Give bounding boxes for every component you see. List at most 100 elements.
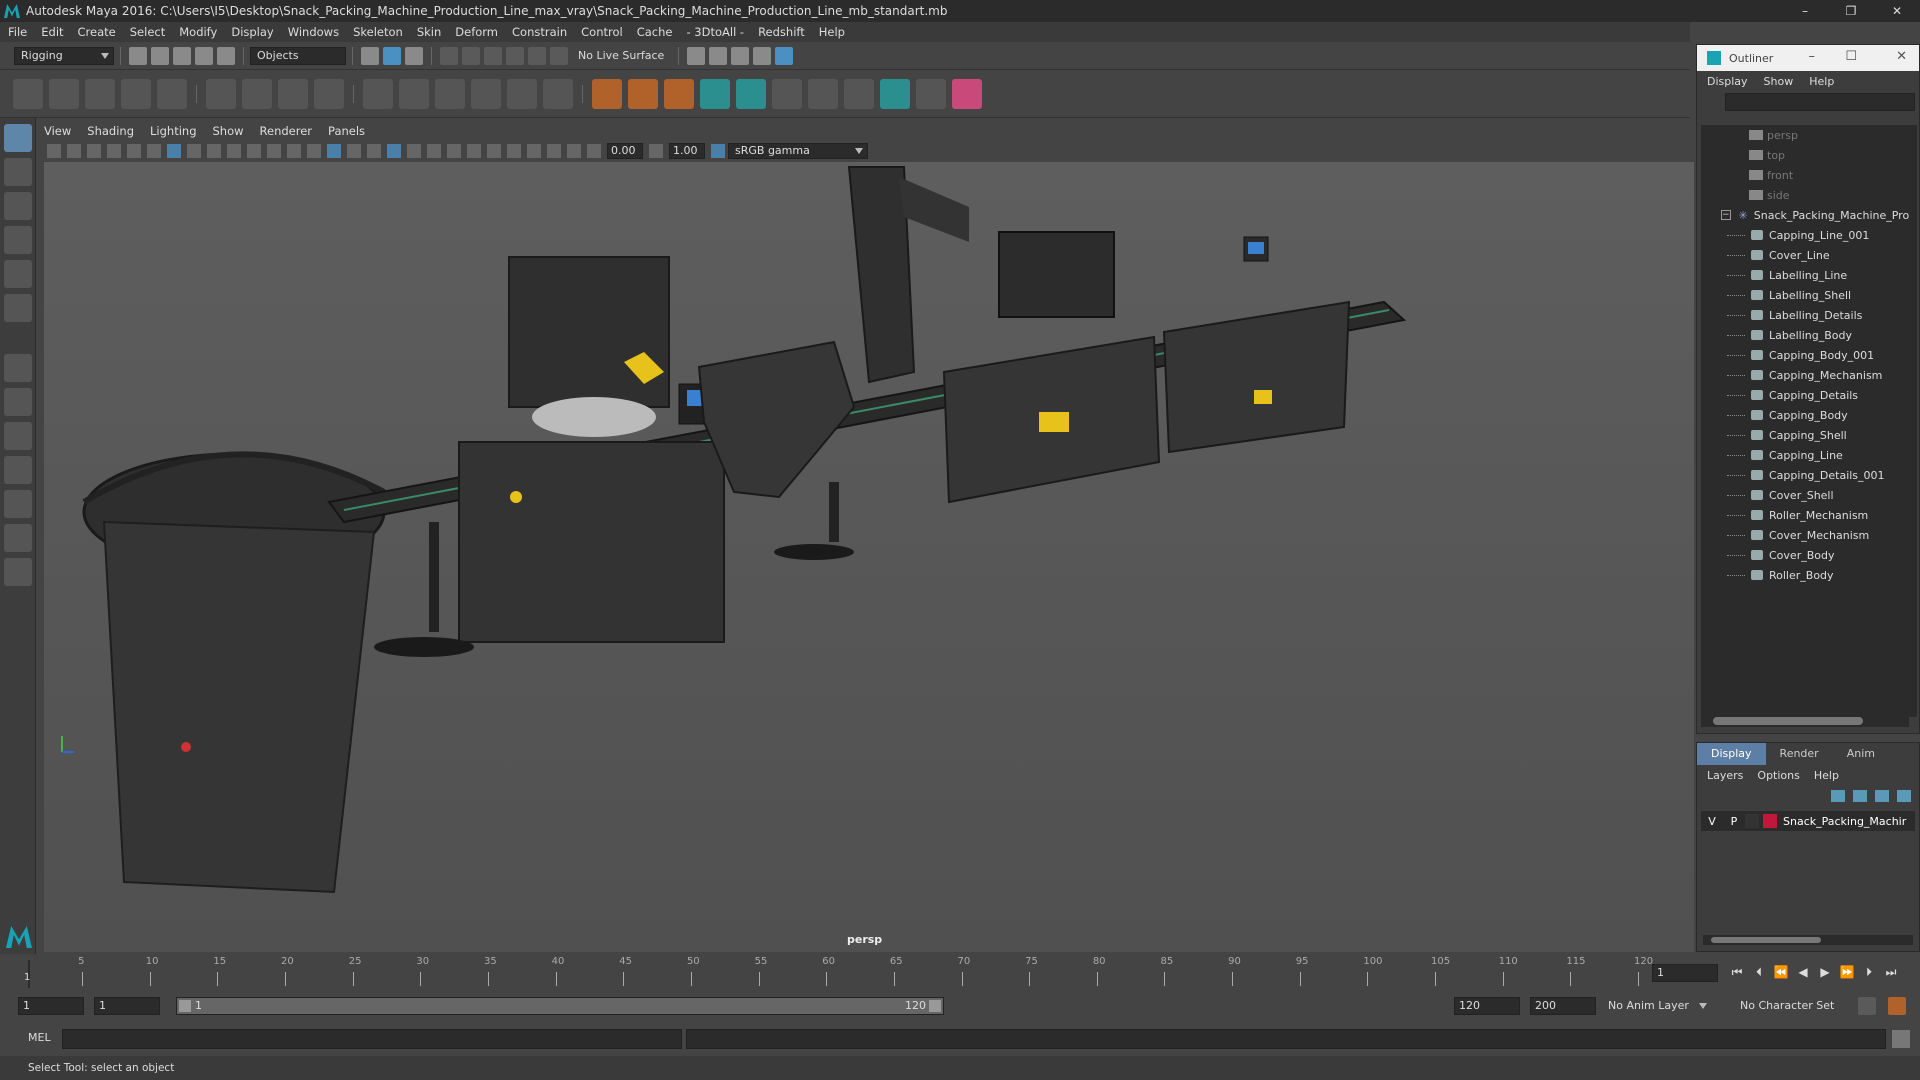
grease-pencil-icon[interactable] bbox=[147, 144, 161, 158]
selection-mode-dropdown[interactable]: Objects bbox=[250, 46, 346, 65]
persp-graph-layout-icon[interactable] bbox=[4, 456, 32, 484]
orient-constraint-icon[interactable] bbox=[664, 78, 694, 109]
color-space-dropdown[interactable]: sRGB gamma bbox=[728, 143, 868, 159]
lasso-tool-icon[interactable] bbox=[4, 158, 32, 186]
cluster-icon[interactable] bbox=[242, 78, 272, 109]
panel-menu-show[interactable]: Show bbox=[213, 124, 244, 138]
move-layer-up-icon[interactable] bbox=[1831, 790, 1845, 802]
menuset-dropdown[interactable]: Rigging bbox=[14, 46, 114, 65]
go-to-bind-pose-icon[interactable] bbox=[507, 78, 537, 109]
tree-item[interactable]: Cover_Line bbox=[1701, 245, 1909, 265]
tree-item-camera[interactable]: top bbox=[1701, 145, 1909, 165]
expand-toolbox-icon[interactable] bbox=[4, 558, 32, 586]
camera-select-icon[interactable] bbox=[47, 144, 61, 158]
render-settings-icon[interactable] bbox=[687, 46, 706, 65]
ik-handle-icon[interactable] bbox=[49, 78, 79, 109]
collapse-icon[interactable]: − bbox=[1721, 210, 1731, 220]
tree-item-root[interactable]: − ✳ Snack_Packing_Machine_Pro bbox=[1701, 205, 1909, 225]
tree-item[interactable]: Labelling_Line bbox=[1701, 265, 1909, 285]
bookmark-icon[interactable] bbox=[87, 144, 101, 158]
character-set-dropdown[interactable]: No Character Set bbox=[1740, 997, 1834, 1015]
depth-of-field-icon[interactable] bbox=[507, 144, 521, 158]
playback-start-field[interactable]: 1 bbox=[94, 997, 160, 1015]
save-scene-icon[interactable] bbox=[173, 46, 191, 65]
exposure-icon[interactable] bbox=[587, 144, 601, 158]
layer-color-swatch[interactable] bbox=[1763, 814, 1777, 828]
outliner-minimize-button[interactable]: – bbox=[1809, 49, 1816, 64]
tree-item[interactable]: Cover_Body bbox=[1701, 545, 1909, 565]
undo-icon[interactable] bbox=[195, 46, 213, 65]
joint-tool-icon[interactable] bbox=[13, 78, 43, 109]
tab-anim[interactable]: Anim bbox=[1833, 743, 1889, 765]
menu-display[interactable]: Display bbox=[231, 25, 273, 39]
smooth-shade-icon[interactable] bbox=[327, 144, 341, 158]
menu-help[interactable]: Help bbox=[819, 25, 845, 39]
render-frame-icon[interactable] bbox=[709, 46, 728, 65]
viewport-persp[interactable]: persp bbox=[44, 162, 1694, 952]
image-plane-icon[interactable] bbox=[107, 144, 121, 158]
panel-menu-view[interactable]: View bbox=[44, 124, 71, 138]
menu-skin[interactable]: Skin bbox=[417, 25, 441, 39]
tree-item[interactable]: Cover_Mechanism bbox=[1701, 525, 1909, 545]
wrap-deformer-icon[interactable] bbox=[314, 78, 344, 109]
rotate-tool-icon[interactable] bbox=[4, 260, 32, 288]
step-forward-key-button[interactable]: ⏩ bbox=[1838, 964, 1856, 980]
end-time-field[interactable]: 200 bbox=[1530, 997, 1596, 1015]
range-end-handle[interactable] bbox=[929, 1000, 941, 1012]
detach-skin-icon[interactable] bbox=[471, 78, 501, 109]
start-time-field[interactable]: 1 bbox=[18, 997, 84, 1015]
layer-menu-options[interactable]: Options bbox=[1757, 769, 1799, 782]
open-scene-icon[interactable] bbox=[151, 46, 169, 65]
scale-tool-icon[interactable] bbox=[4, 294, 32, 322]
select-tool-icon[interactable] bbox=[4, 124, 32, 152]
snap-point-icon[interactable] bbox=[484, 46, 502, 65]
outliner-close-button[interactable]: ✕ bbox=[1896, 49, 1907, 64]
ik-spline-icon[interactable] bbox=[85, 78, 115, 109]
field-chart-icon[interactable] bbox=[247, 144, 261, 158]
quick-rig-icon[interactable] bbox=[952, 78, 982, 109]
tree-item[interactable]: Capping_Body_001 bbox=[1701, 345, 1909, 365]
persp-outliner-layout-icon[interactable] bbox=[4, 422, 32, 450]
auto-key-icon[interactable] bbox=[1858, 997, 1876, 1015]
ipr-render-icon[interactable] bbox=[731, 46, 750, 65]
hik-icon[interactable] bbox=[844, 78, 874, 109]
menu-control[interactable]: Control bbox=[581, 25, 623, 39]
use-all-lights-icon[interactable] bbox=[407, 144, 421, 158]
layer-visibility-toggle[interactable]: V bbox=[1701, 815, 1723, 828]
move-layer-down-icon[interactable] bbox=[1853, 790, 1867, 802]
snap-grid-icon[interactable] bbox=[440, 46, 458, 65]
command-input[interactable] bbox=[62, 1029, 682, 1049]
scrollbar-thumb[interactable] bbox=[1713, 717, 1863, 725]
mirror-joint-icon[interactable] bbox=[157, 78, 187, 109]
menu-modify[interactable]: Modify bbox=[179, 25, 217, 39]
snap-view-plane-icon[interactable] bbox=[506, 46, 524, 65]
motion-blur-icon[interactable] bbox=[467, 144, 481, 158]
tree-item[interactable]: Roller_Mechanism bbox=[1701, 505, 1909, 525]
menu-cache[interactable]: Cache bbox=[637, 25, 673, 39]
isolate-select-icon[interactable] bbox=[527, 144, 541, 158]
minimize-button[interactable]: – bbox=[1782, 0, 1828, 22]
snap-curve-icon[interactable] bbox=[462, 46, 480, 65]
scale-constraint-icon[interactable] bbox=[772, 78, 802, 109]
menu-file[interactable]: File bbox=[8, 25, 27, 39]
step-forward-button[interactable]: ⏵ bbox=[1860, 964, 1878, 980]
time-slider[interactable]: 5 10 15 20 25 30 35 40 45 50 55 60 65 70 75 80 85 90 95 100… bbox=[0, 954, 1920, 990]
anim-layer-dropdown[interactable]: No Anim Layer bbox=[1608, 997, 1707, 1015]
gamma-icon[interactable] bbox=[649, 144, 663, 158]
resolution-gate-icon[interactable] bbox=[207, 144, 221, 158]
tree-item[interactable]: Labelling_Shell bbox=[1701, 285, 1909, 305]
menu-windows[interactable]: Windows bbox=[288, 25, 339, 39]
go-to-start-button[interactable]: ⏮ bbox=[1728, 964, 1746, 980]
layer-menu-layers[interactable]: Layers bbox=[1707, 769, 1743, 782]
single-perspective-layout-icon[interactable] bbox=[4, 354, 32, 382]
safe-title-icon[interactable] bbox=[287, 144, 301, 158]
bind-skin-icon[interactable] bbox=[363, 78, 393, 109]
menu-redshift[interactable]: Redshift bbox=[758, 25, 805, 39]
layer-horizontal-scrollbar[interactable] bbox=[1703, 935, 1913, 945]
tree-item[interactable]: Capping_Body bbox=[1701, 405, 1909, 425]
character-controls-icon[interactable] bbox=[880, 78, 910, 109]
outliner-menu-show[interactable]: Show bbox=[1764, 75, 1794, 88]
current-frame-field[interactable]: 1 bbox=[1652, 964, 1718, 982]
skin-influence-icon[interactable] bbox=[543, 78, 573, 109]
time-ruler[interactable]: 5 10 15 20 25 30 35 40 45 50 55 60 65 70 75 80 85 90 95 100… bbox=[28, 954, 1653, 988]
